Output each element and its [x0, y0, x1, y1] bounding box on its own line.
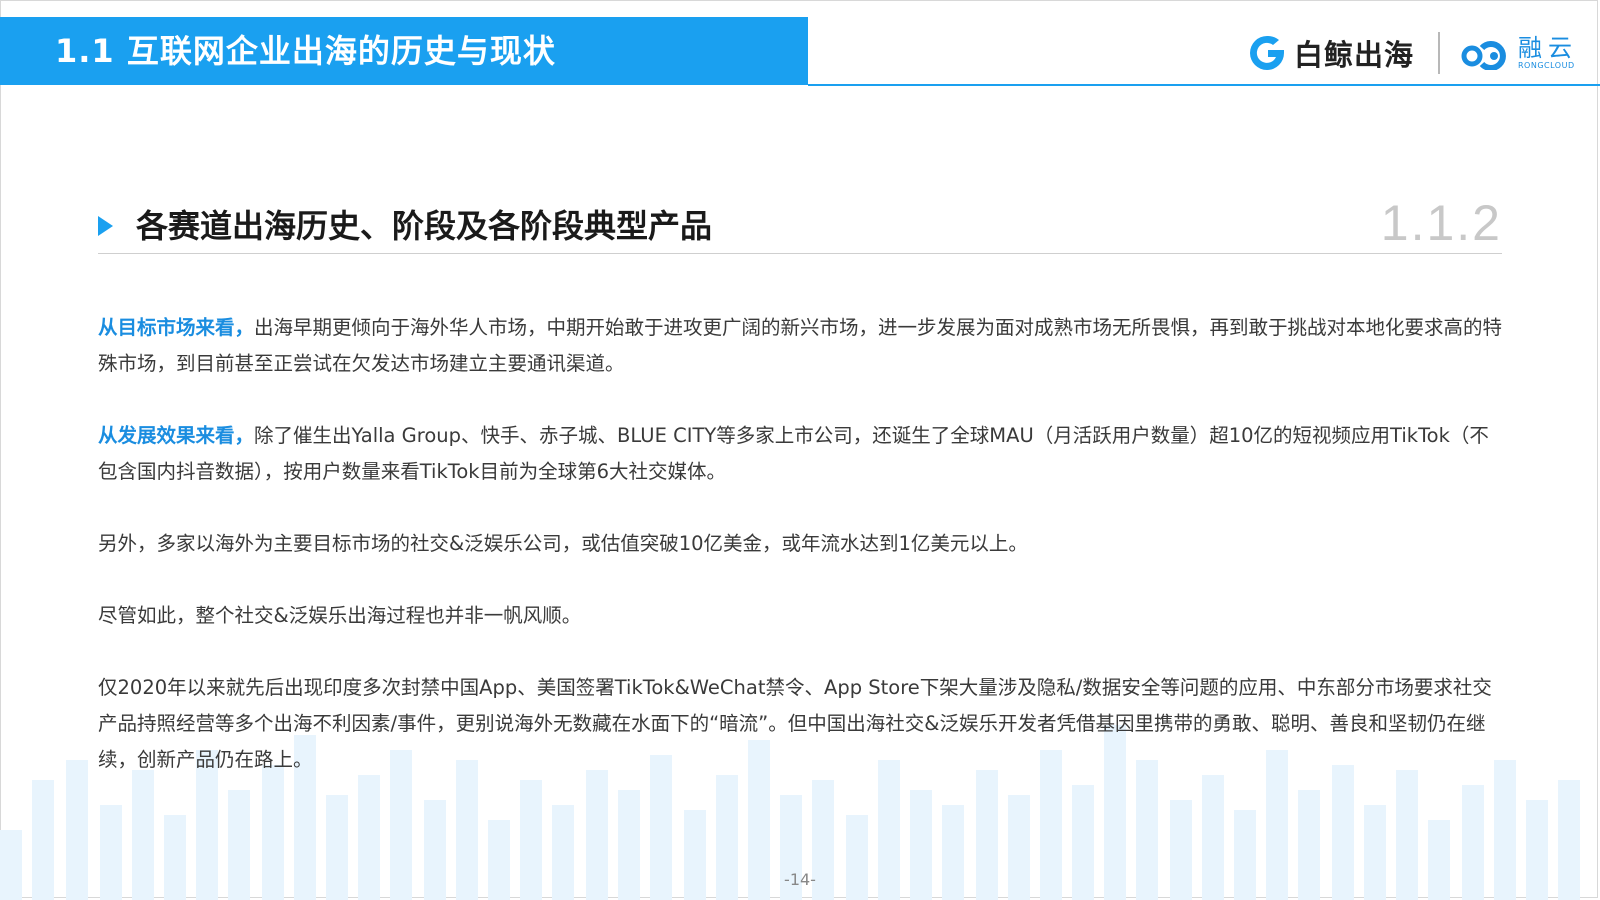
paragraph-text: 仅2020年以来就先后出现印度多次封禁中国App、美国签署TikTok&WeCh… — [98, 676, 1492, 771]
paragraph-text: 尽管如此，整个社交&泛娱乐出海过程也并非一帆风顺。 — [98, 604, 582, 627]
header-underline — [808, 84, 1600, 86]
rongcloud-logo-icon — [1461, 41, 1506, 70]
paragraph-target-market: 从目标市场来看，出海早期更倾向于海外华人市场，中期开始敢于进攻更广阔的新兴市场，… — [98, 310, 1506, 382]
paragraph-lead: 从发展效果来看， — [98, 424, 255, 447]
paragraph-not-smooth: 尽管如此，整个社交&泛娱乐出海过程也并非一帆风顺。 — [98, 598, 1506, 634]
section-number: 1.1.2 — [1380, 195, 1502, 251]
body-content: 从目标市场来看，出海早期更倾向于海外华人市场，中期开始敢于进攻更广阔的新兴市场，… — [98, 310, 1506, 814]
section-divider — [98, 253, 1502, 254]
page-title: 1.1 互联网企业出海的历史与现状 — [55, 32, 556, 70]
paragraph-challenges: 仅2020年以来就先后出现印度多次封禁中国App、美国签署TikTok&WeCh… — [98, 670, 1506, 778]
rongcloud-logo-cn: 融云 — [1518, 34, 1578, 62]
paragraph-text: 除了催生出Yalla Group、快手、赤子城、BLUE CITY等多家上市公司… — [98, 424, 1489, 483]
section-title: 各赛道出海历史、阶段及各阶段典型产品 — [136, 207, 713, 245]
logo-divider — [1438, 32, 1440, 74]
paragraph-text: 出海早期更倾向于海外华人市场，中期开始敢于进攻更广阔的新兴市场，进一步发展为面对… — [98, 316, 1503, 375]
baijing-logo: 白鲸出海 — [1246, 30, 1414, 76]
rongcloud-logo-text: 融云 RONGCLOUD — [1518, 35, 1578, 71]
baijing-logo-icon — [1250, 35, 1284, 70]
page-number: -14- — [784, 870, 816, 889]
rongcloud-logo-en: RONGCLOUD — [1518, 61, 1575, 70]
paragraph-text: 另外，多家以海外为主要目标市场的社交&泛娱乐公司，或估值突破10亿美金，或年流水… — [98, 532, 1028, 555]
paragraph-valuations: 另外，多家以海外为主要目标市场的社交&泛娱乐公司，或估值突破10亿美金，或年流水… — [98, 526, 1506, 562]
rongcloud-logo: 融云 RONGCLOUD — [1460, 30, 1578, 76]
section-arrow-icon — [98, 216, 113, 236]
paragraph-development-results: 从发展效果来看，除了催生出Yalla Group、快手、赤子城、BLUE CIT… — [98, 418, 1506, 490]
baijing-logo-text: 白鲸出海 — [1294, 38, 1415, 72]
paragraph-lead: 从目标市场来看， — [98, 316, 255, 339]
